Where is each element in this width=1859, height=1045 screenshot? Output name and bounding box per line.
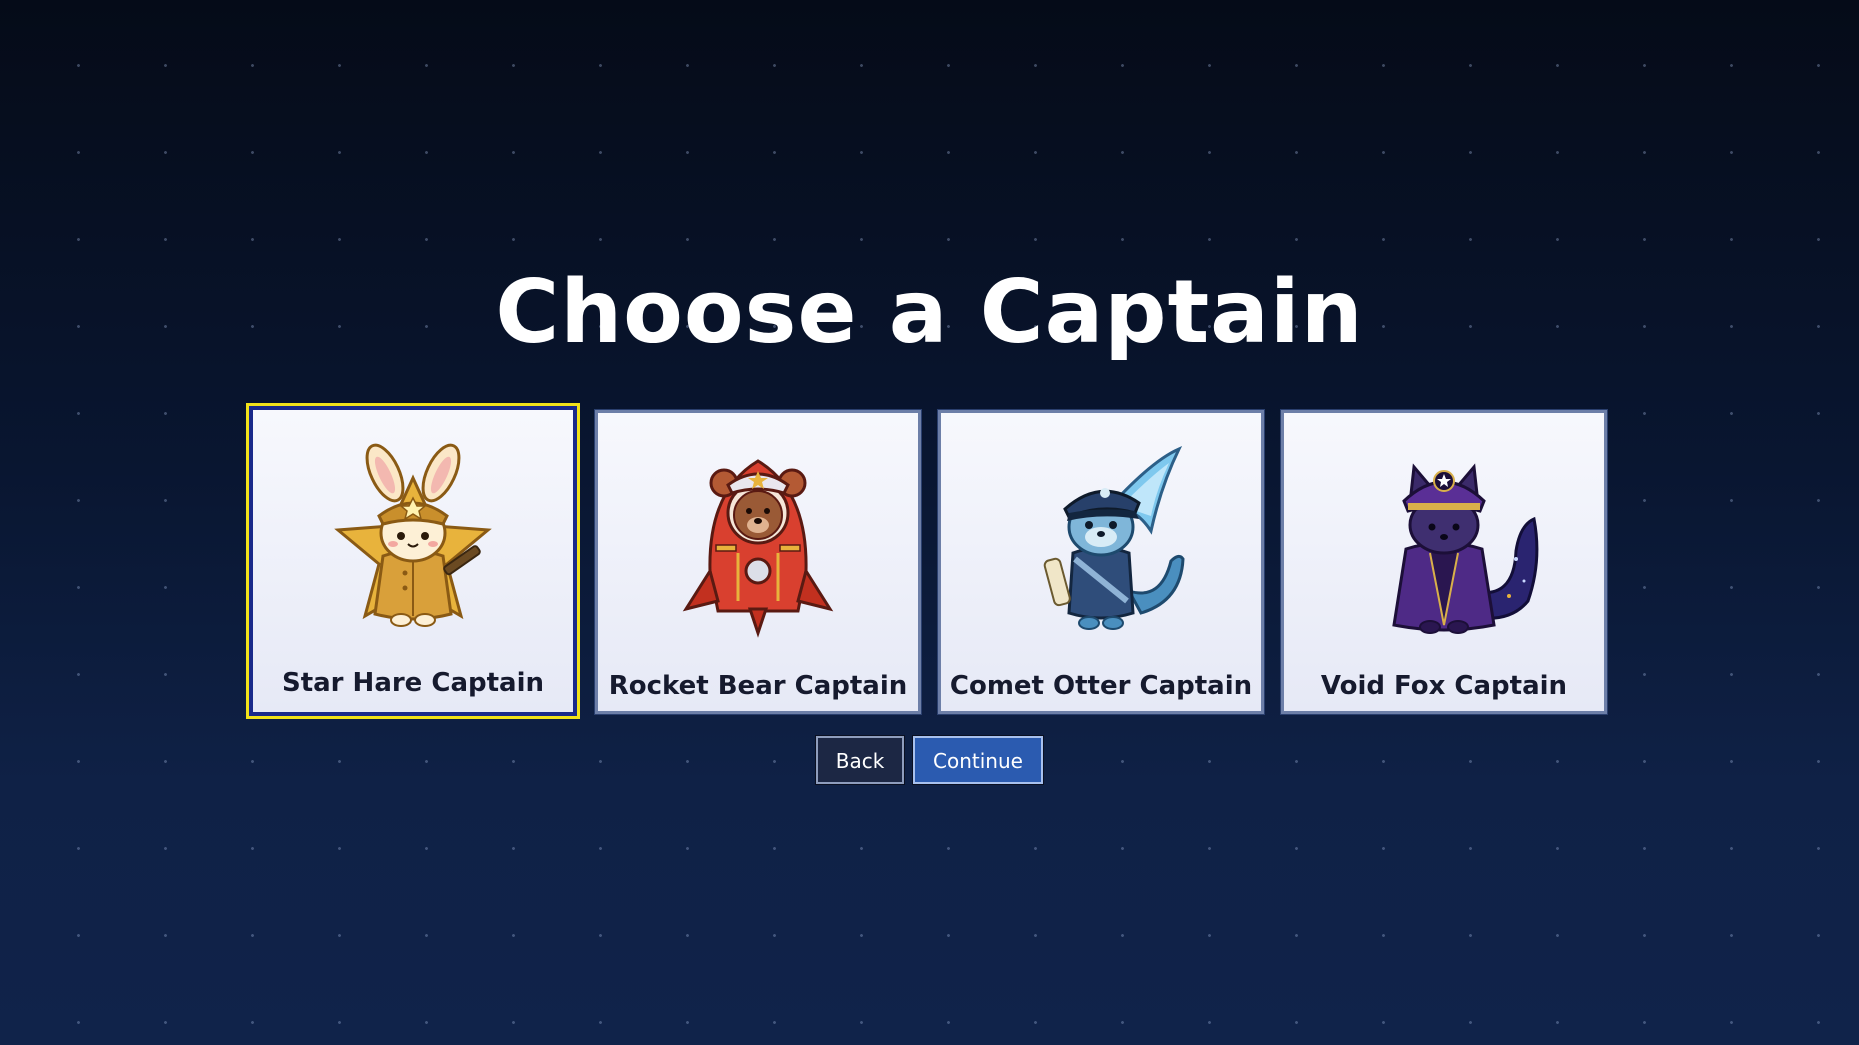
captain-name: Void Fox Captain [1320, 671, 1568, 701]
captain-card-rocket-bear[interactable]: Rocket Bear Captain [595, 410, 921, 714]
page-title: Choose a Captain [495, 261, 1364, 363]
comet-otter-captain-icon [1043, 446, 1185, 630]
continue-button[interactable]: Continue [913, 736, 1043, 784]
captain-name: Star Hare Captain [281, 668, 545, 698]
captain-card-comet-otter[interactable]: Comet Otter Captain [938, 410, 1264, 714]
captain-card-star-hare[interactable]: Star Hare Captain [249, 406, 577, 716]
star-hare-captain-icon [334, 443, 492, 627]
captain-name: Comet Otter Captain [949, 671, 1253, 701]
captain-card-list: Star Hare Captain Rocket Bear Captain Co… [249, 406, 1609, 716]
captain-name: Rocket Bear Captain [608, 671, 908, 701]
void-fox-captain-icon [1392, 463, 1539, 634]
back-button[interactable]: Back [816, 736, 904, 784]
rocket-bear-captain-icon [682, 459, 834, 638]
action-bar: Back Continue [0, 736, 1859, 788]
captain-card-void-fox[interactable]: Void Fox Captain [1281, 410, 1607, 714]
